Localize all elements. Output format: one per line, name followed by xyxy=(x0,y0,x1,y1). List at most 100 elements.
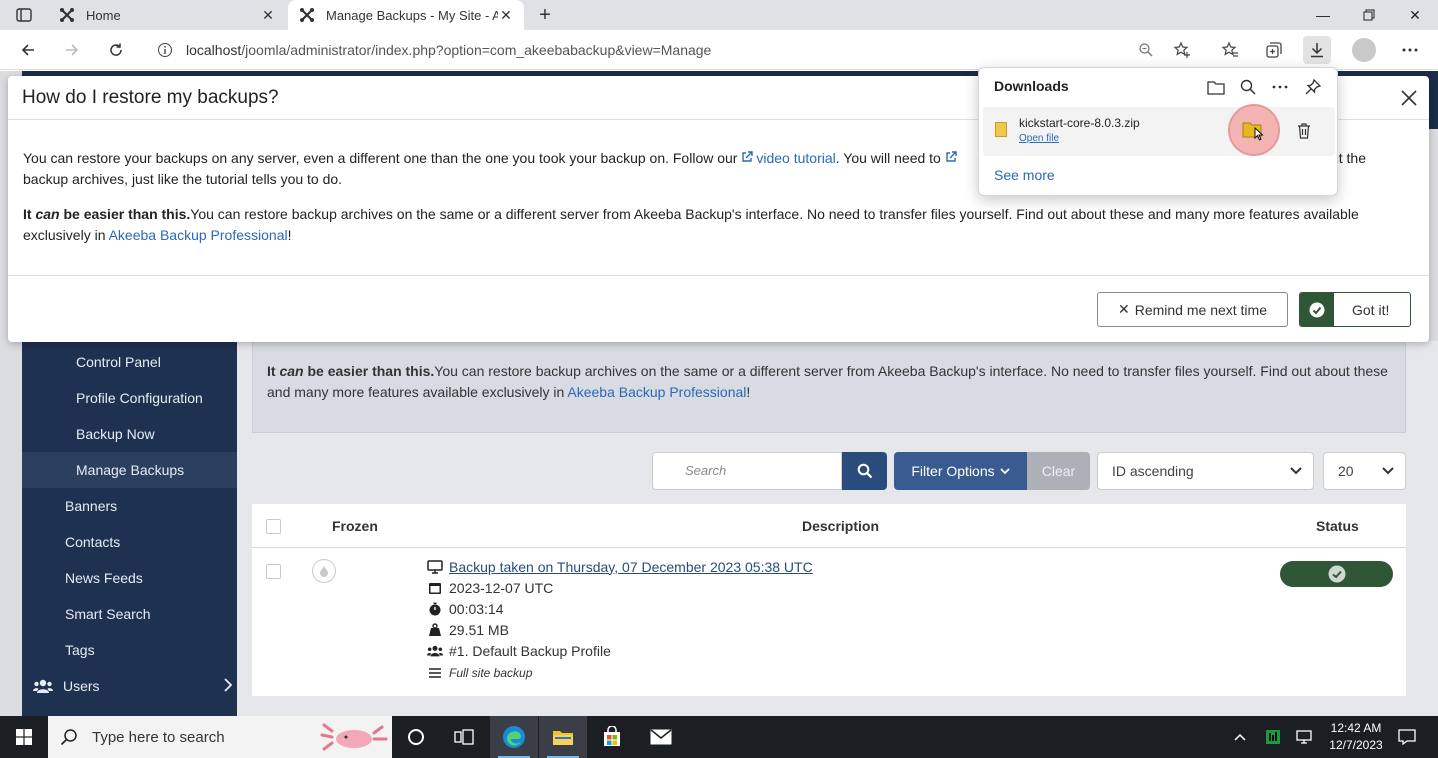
akeeba-pro-link[interactable]: Akeeba Backup Professional xyxy=(567,384,746,400)
clock-date: 12/7/2023 xyxy=(1329,738,1383,752)
store-icon[interactable] xyxy=(588,716,636,758)
users-icon xyxy=(427,643,443,659)
back-icon[interactable] xyxy=(14,36,42,64)
edge-icon[interactable] xyxy=(490,716,538,758)
got-it-label: Got it! xyxy=(1352,301,1390,318)
profile-avatar[interactable] xyxy=(1352,38,1376,62)
close-tab-icon[interactable]: ✕ xyxy=(498,7,514,23)
modal-title: How do I restore my backups? xyxy=(22,87,279,108)
address-bar[interactable]: localhost/joomla/administrator/index.php… xyxy=(146,35,1204,65)
see-more-link[interactable]: See more xyxy=(994,167,1055,183)
download-item[interactable]: kickstart-core-8.0.3.zip Open file xyxy=(983,104,1335,156)
show-in-folder-button[interactable] xyxy=(1228,104,1280,156)
windows-start-icon[interactable] xyxy=(0,716,48,758)
sidebar-item-label: Manage Backups xyxy=(76,462,185,478)
joomla-icon xyxy=(298,6,316,24)
tab-actions-icon[interactable] xyxy=(10,5,38,25)
tab-title: Manage Backups - My Site - Adm xyxy=(326,7,498,23)
column-frozen[interactable]: Frozen xyxy=(332,518,378,534)
sidebar-item-news-feeds[interactable]: News Feeds xyxy=(22,560,237,596)
column-status[interactable]: Status xyxy=(1316,518,1359,534)
column-description[interactable]: Description xyxy=(802,518,879,534)
file-explorer-icon[interactable] xyxy=(539,716,587,758)
row-checkbox[interactable] xyxy=(266,564,281,579)
search-input[interactable]: Search xyxy=(652,452,842,490)
search-button[interactable] xyxy=(842,452,887,490)
backup-title-line: Backup taken on Thursday, 07 December 20… xyxy=(427,556,813,577)
trash-icon[interactable] xyxy=(1294,121,1314,141)
more-menu-icon[interactable] xyxy=(1396,36,1424,64)
monitor-icon xyxy=(427,559,443,575)
new-tab-icon[interactable]: + xyxy=(534,4,556,26)
status-badge xyxy=(1280,561,1393,587)
downloads-icon[interactable] xyxy=(1303,36,1331,64)
search-icon xyxy=(60,729,77,746)
sidebar-item-contacts[interactable]: Contacts xyxy=(22,524,237,560)
sidebar-item-smart-search[interactable]: Smart Search xyxy=(22,596,237,632)
remind-me-button[interactable]: ✕ Remind me next time xyxy=(1097,292,1288,327)
tray-app-icon[interactable] xyxy=(1262,716,1284,758)
sidebar-item-users[interactable]: Users xyxy=(22,668,237,704)
sort-select-value: ID ascending xyxy=(1112,463,1194,479)
limit-select-value: 20 xyxy=(1338,463,1354,479)
backup-date-line: 2023-12-07 UTC xyxy=(427,577,553,598)
close-window-icon[interactable]: ✕ xyxy=(1392,0,1438,30)
url-path: /joomla/administrator/index.php?option=c… xyxy=(241,42,712,58)
sidebar-item-banners[interactable]: Banners xyxy=(22,488,237,524)
sidebar-item-backup-now[interactable]: Backup Now xyxy=(22,416,237,452)
network-icon[interactable] xyxy=(1293,716,1317,758)
sort-select[interactable]: ID ascending xyxy=(1097,452,1314,490)
site-info-icon[interactable] xyxy=(156,41,174,59)
system-clock[interactable]: 12:42 AM 12/7/2023 xyxy=(1320,720,1392,754)
frozen-toggle-icon[interactable] xyxy=(312,559,336,583)
chevron-down-icon xyxy=(1381,464,1395,481)
close-icon[interactable] xyxy=(1399,88,1419,108)
reload-icon[interactable] xyxy=(102,36,130,64)
filter-options-button[interactable]: Filter Options xyxy=(894,452,1027,490)
akeeba-pro-link[interactable]: Akeeba Backup Professional xyxy=(109,227,288,243)
folder-icon xyxy=(1242,122,1264,141)
pin-icon[interactable] xyxy=(1303,77,1323,97)
limit-select[interactable]: 20 xyxy=(1323,452,1406,490)
external-link-icon[interactable] xyxy=(945,150,957,166)
notifications-icon[interactable] xyxy=(1394,716,1420,758)
sidebar-item-label: Users xyxy=(63,678,100,694)
video-tutorial-link[interactable]: video tutorial xyxy=(741,150,836,166)
url-host: localhost xyxy=(186,42,242,58)
sidebar-item-manage-backups[interactable]: Manage Backups xyxy=(22,452,237,488)
tab-home[interactable]: Home ✕ xyxy=(48,0,286,30)
favorites-icon[interactable] xyxy=(1216,36,1244,64)
backup-title-link[interactable]: Backup taken on Thursday, 07 December 20… xyxy=(449,559,813,575)
clear-button[interactable]: Clear xyxy=(1027,452,1090,490)
more-options-icon[interactable] xyxy=(1270,77,1290,97)
chevron-up-icon[interactable] xyxy=(1228,716,1252,758)
info-bold-emphasis: can xyxy=(279,363,304,379)
got-it-button[interactable]: Got it! xyxy=(1299,292,1411,327)
task-view-icon[interactable] xyxy=(440,716,488,758)
sidebar-item-tags[interactable]: Tags xyxy=(22,632,237,668)
select-all-checkbox[interactable] xyxy=(266,519,281,534)
add-favorite-icon[interactable] xyxy=(1168,36,1196,64)
sidebar-item-control-panel[interactable]: Control Panel xyxy=(22,344,237,380)
backup-type-line: Full site backup xyxy=(427,662,532,683)
taskbar-search-box[interactable]: Type here to search xyxy=(48,716,392,758)
sidebar-item-profile-configuration[interactable]: Profile Configuration xyxy=(22,380,237,416)
close-tab-icon[interactable]: ✕ xyxy=(260,7,276,23)
open-file-link[interactable]: Open file xyxy=(1019,133,1059,144)
tab-manage-backups[interactable]: Manage Backups - My Site - Adm ✕ xyxy=(288,0,524,30)
info-bold-part: be easier than this. xyxy=(303,363,435,379)
mail-icon[interactable] xyxy=(637,716,685,758)
forward-icon[interactable] xyxy=(58,36,86,64)
cortana-icon[interactable] xyxy=(392,716,440,758)
minimize-icon[interactable]: — xyxy=(1300,0,1346,30)
table-header: Frozen Description Status xyxy=(252,504,1406,548)
taskbar: Type here to search 12:42 AM 12/7/2023 xyxy=(0,716,1438,758)
sidebar-item-label: Banners xyxy=(65,498,118,514)
open-folder-icon[interactable] xyxy=(1206,77,1226,97)
modal-text: backup archives, just like the tutorial … xyxy=(23,171,343,187)
zoom-icon[interactable] xyxy=(1132,36,1160,64)
search-icon[interactable] xyxy=(1238,77,1258,97)
restore-icon[interactable] xyxy=(1346,0,1392,30)
collections-icon[interactable] xyxy=(1260,36,1288,64)
backup-size-line: 29.51 MB xyxy=(427,619,509,640)
